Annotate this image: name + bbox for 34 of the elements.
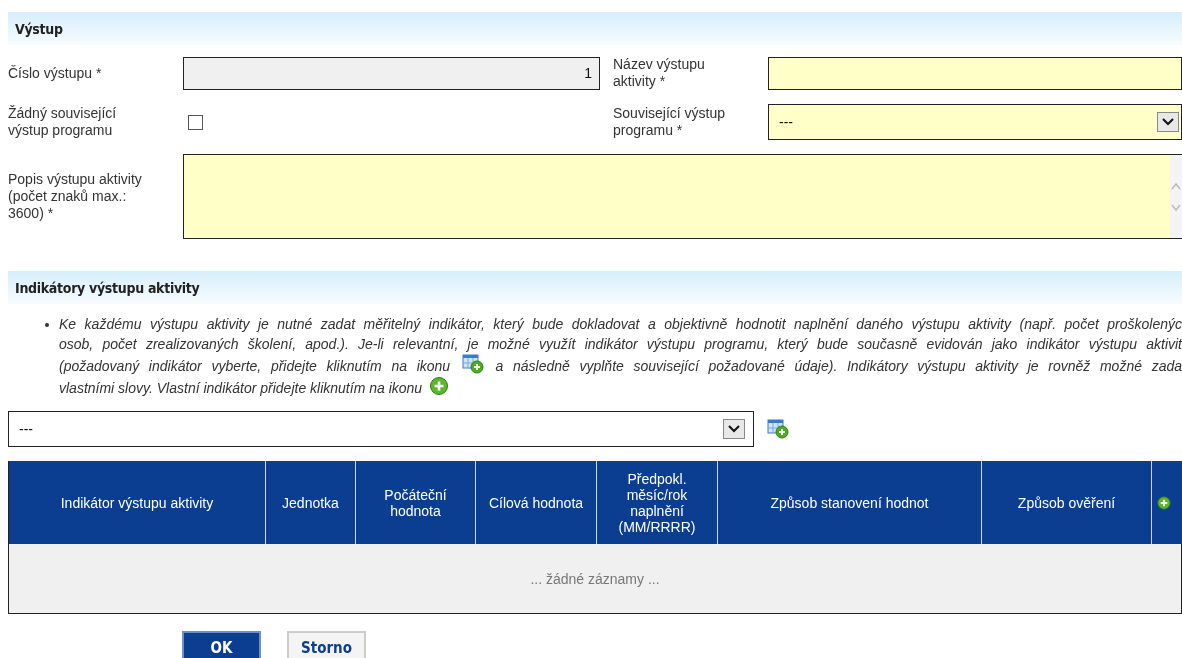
bullet-icon	[45, 323, 49, 327]
add-icon[interactable]	[1156, 494, 1172, 511]
cancel-button[interactable]: Storno	[287, 631, 366, 658]
instruction-text: osob, počet zrealizovaných školení, apod.). Je-li relevantní, je možné využít indikátor výstupu programu, který bude současně evidován jako indikátor výstupu aktivit	[59, 336, 1182, 352]
field-label: Související výstup programu *	[613, 105, 727, 139]
select-field[interactable]: ---	[768, 104, 1182, 140]
column-header: Počáteční hodnota	[355, 461, 476, 544]
column-header: Způsob ověření	[981, 461, 1152, 544]
dropdown-icon[interactable]	[723, 419, 745, 439]
ok-button[interactable]: OK	[182, 631, 261, 658]
number-field: 1	[183, 56, 600, 90]
checkbox[interactable]	[188, 114, 203, 130]
column-header: Indikátor výstupu aktivity	[8, 461, 266, 544]
section-title: Výstup	[14, 20, 63, 37]
field-label: Popis výstupu aktivity (počet znaků max.: 3600) *	[8, 171, 143, 222]
field-label: Název výstupu aktivity *	[613, 56, 706, 90]
field-label: Žádný související výstup programu	[8, 105, 118, 139]
column-header: Předpokl. měsíc/rok naplnění (MM/RRRR)	[596, 461, 718, 544]
section-title: Indikátory výstupu aktivity	[14, 279, 200, 296]
column-header: Způsob stanovení hodnot	[717, 461, 982, 544]
instruction-text: (požadovaný indikátor vyberte, přidejte kliknutím na ikonu	[59, 358, 451, 374]
table-add-icon[interactable]	[767, 419, 789, 439]
empty-message: ... žádné záznamy ...	[8, 544, 1182, 614]
input-field[interactable]	[768, 56, 1182, 90]
dropdown-icon[interactable]	[1157, 112, 1179, 132]
select-field[interactable]: ---	[8, 411, 754, 447]
field-label: Číslo výstupu *	[8, 64, 103, 82]
instruction-text: vlastními slovy. Vlastní indikátor přidejte kliknutím na ikonu	[59, 380, 423, 396]
column-header: Jednotka	[265, 461, 356, 544]
instruction-text: Ke každému výstupu aktivity je nutné zadat měřitelný indikátor, který bude dokladovat a objektivně hodnotit naplnění daného výstupu aktivity (např. počet proškolenýc	[59, 316, 1182, 332]
column-header: Cílová hodnota	[475, 461, 597, 544]
add-icon[interactable]	[428, 376, 450, 396]
instruction-text: a následně vyplňte související požadované údaje). Indikátory výstupu aktivity je rovněž možné zada	[495, 358, 1182, 374]
table-add-icon[interactable]	[461, 354, 484, 374]
